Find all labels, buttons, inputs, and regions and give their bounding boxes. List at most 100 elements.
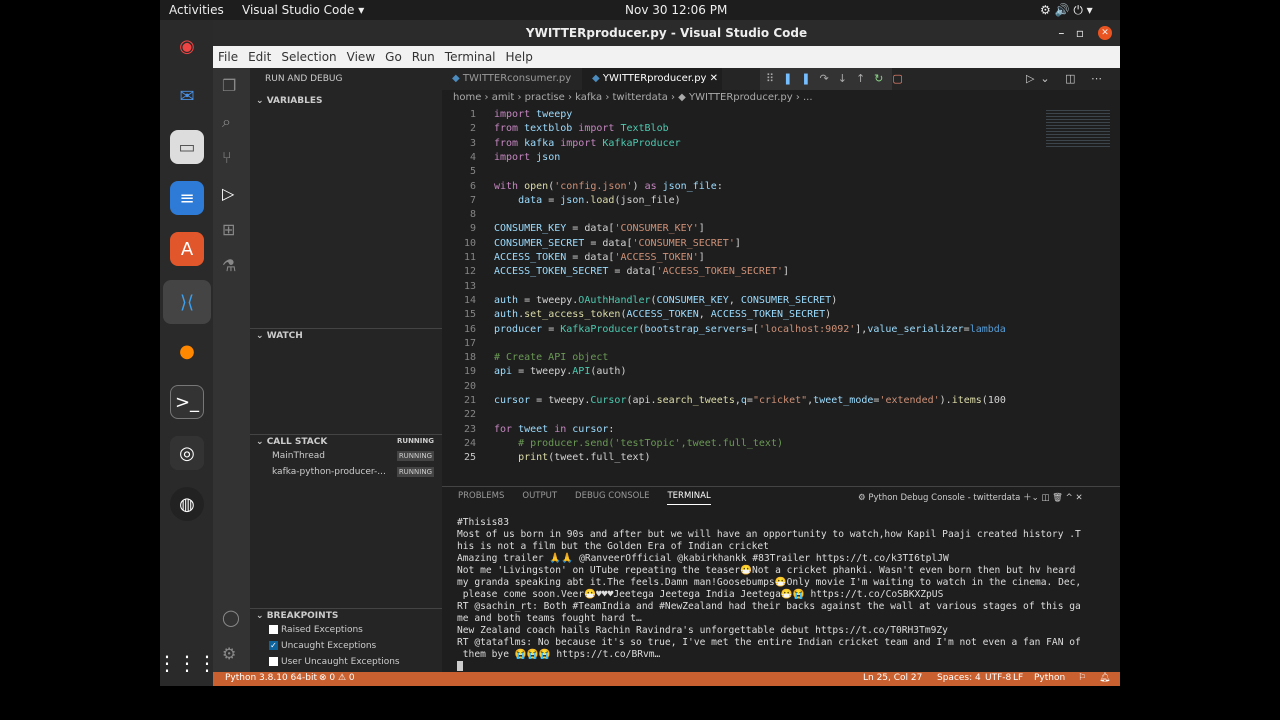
show-apps-icon[interactable]: ⋮⋮⋮: [157, 646, 217, 680]
step-out-icon[interactable]: ↑: [856, 72, 874, 85]
line-number: 6: [469, 180, 476, 192]
obs-icon[interactable]: ◍: [170, 487, 204, 521]
code-token: = tweepy.: [536, 395, 591, 406]
pause-icon[interactable]: ❚❚: [783, 72, 819, 85]
code-token: "cricket": [752, 395, 808, 406]
language-mode[interactable]: Python: [1034, 673, 1065, 683]
code-token: = data[: [572, 252, 615, 263]
menu-edit[interactable]: Edit: [243, 46, 276, 68]
code-token: = tweepy.: [524, 294, 579, 306]
cursor-position[interactable]: Ln 25, Col 27: [863, 673, 922, 683]
code-token: bootstrap_servers: [644, 323, 747, 335]
system-tray-icons[interactable]: ⚙ 🔊 ⏻ ▾: [1040, 3, 1093, 18]
line-number: 19: [463, 366, 476, 378]
stop-icon[interactable]: ▢: [892, 72, 911, 85]
code-line: auth = tweepy.OAuthHandler(CONSUMER_KEY,…: [494, 295, 837, 306]
terminal-icon[interactable]: >_: [170, 385, 204, 419]
system-top-bar: Activities Visual Studio Code ▾ Nov 30 1…: [160, 0, 1120, 20]
code-token: textblob: [524, 123, 579, 135]
menu-run[interactable]: Run: [407, 46, 440, 68]
search-icon[interactable]: ⌕: [222, 112, 231, 132]
panel-tab-problems[interactable]: PROBLEMS: [458, 491, 504, 505]
testing-icon[interactable]: ⚗: [222, 256, 236, 275]
tab-twitterconsumer[interactable]: ◆ TWITTERconsumer.py: [442, 68, 582, 90]
feedback-icon[interactable]: ⚐: [1078, 673, 1086, 683]
bottom-panel: PROBLEMS OUTPUT DEBUG CONSOLE TERMINAL ⚙ Py…: [442, 486, 1120, 672]
code-token: (tweet.full_text): [548, 452, 651, 464]
breakpoint-checkbox[interactable]: ✓: [269, 641, 278, 650]
code-token: 'localhost:9092': [758, 323, 856, 335]
breakpoint-checkbox[interactable]: [269, 657, 278, 666]
restart-icon[interactable]: ↻: [874, 72, 892, 85]
chrome-icon[interactable]: ◉: [170, 29, 204, 63]
editor-actions[interactable]: ▷⌄ ◫ ⋯: [1026, 72, 1108, 85]
code-token: ]: [698, 223, 705, 235]
encoding[interactable]: UTF-8: [985, 673, 1011, 683]
window-controls[interactable]: – ▫: [1058, 20, 1084, 46]
notifications-bell-icon[interactable]: 🔔︎: [1099, 673, 1110, 683]
panel-tab-debug-console[interactable]: DEBUG CONSOLE: [575, 491, 649, 505]
clock[interactable]: Nov 30 12:06 PM: [625, 3, 727, 17]
close-tab-icon[interactable]: ✕: [710, 73, 718, 84]
menu-file[interactable]: File: [213, 46, 243, 68]
menu-view[interactable]: View: [342, 46, 380, 68]
problems-count[interactable]: ⊗ 0 ⚠ 0: [319, 673, 355, 683]
menu-help[interactable]: Help: [501, 46, 538, 68]
thunderbird-icon[interactable]: ✉: [170, 79, 204, 113]
code-token: ],: [855, 323, 868, 335]
line-number: 2: [469, 123, 476, 135]
indentation[interactable]: Spaces: 4: [937, 673, 981, 683]
settings-gear-icon[interactable]: ⚙: [222, 644, 236, 663]
watch-section[interactable]: ⌄ WATCH: [250, 328, 442, 341]
code-token: ACCESS_TOKEN: [626, 309, 699, 321]
menu-go[interactable]: Go: [380, 46, 407, 68]
run-debug-icon[interactable]: ▷: [222, 184, 234, 203]
terminal-selector[interactable]: ⚙ Python Debug Console - twitterdata ＋⌄ …: [858, 491, 1083, 503]
callstack-section[interactable]: ⌄ CALL STACK RUNNING: [250, 434, 442, 447]
panel-tab-terminal[interactable]: TERMINAL: [667, 491, 711, 505]
explorer-icon[interactable]: ❐: [222, 76, 236, 95]
python-interpreter[interactable]: Python 3.8.10 64-bit: [225, 673, 317, 683]
step-over-icon[interactable]: ↷: [820, 72, 838, 85]
github-icon[interactable]: ◎: [170, 436, 204, 470]
activities-button[interactable]: Activities: [169, 3, 224, 17]
variables-section[interactable]: ⌄ VARIABLES: [250, 96, 442, 106]
code-line: from kafka import KafkaProducer: [494, 138, 681, 149]
terminal-output[interactable]: #Thisis83 Most of us born in 90s and afte…: [457, 517, 1081, 661]
vscode-icon[interactable]: ⟩⟨: [163, 280, 211, 324]
debug-toolbar[interactable]: ⠿❚❚↷↓↑↻▢: [760, 68, 903, 90]
line-number: 16: [463, 323, 476, 335]
code-line: CONSUMER_KEY = data['CONSUMER_KEY']: [494, 223, 705, 234]
writer-icon[interactable]: ≡: [170, 181, 204, 215]
tab-label: YWITTERproducer.py: [602, 73, 707, 84]
software-icon[interactable]: A: [170, 232, 204, 266]
menu-selection[interactable]: Selection: [276, 46, 341, 68]
tab-ywitterproducer[interactable]: ◆ YWITTERproducer.py ✕: [582, 68, 722, 90]
breadcrumb[interactable]: home › amit › practise › kafka › twitter…: [453, 92, 813, 103]
code-token: lambda: [969, 323, 1006, 335]
menu-bar: File Edit Selection View Go Run Terminal Help: [213, 46, 1120, 68]
breakpoints-section[interactable]: ⌄ BREAKPOINTS: [250, 608, 442, 621]
sidebar-title: RUN AND DEBUG: [265, 74, 343, 84]
drag-handle-icon[interactable]: ⠿: [766, 72, 783, 85]
thread-status: RUNNING: [396, 451, 434, 461]
code-token: = tweepy.: [518, 366, 573, 378]
code-line: print(tweet.full_text): [494, 452, 651, 464]
code-token: ]: [734, 237, 741, 249]
callstack-thread[interactable]: kafka-python-producer-...: [272, 467, 386, 477]
panel-tab-output[interactable]: OUTPUT: [522, 491, 557, 505]
extensions-icon[interactable]: ⊞: [222, 220, 235, 239]
firefox-icon[interactable]: ●: [170, 334, 204, 368]
step-into-icon[interactable]: ↓: [838, 72, 856, 85]
eol[interactable]: LF: [1013, 673, 1023, 683]
minimap[interactable]: [1046, 108, 1110, 148]
menu-terminal[interactable]: Terminal: [440, 46, 501, 68]
breakpoint-label: Uncaught Exceptions: [281, 641, 377, 651]
breakpoint-checkbox[interactable]: [269, 625, 278, 634]
app-menu[interactable]: Visual Studio Code ▾: [242, 3, 364, 17]
callstack-thread[interactable]: MainThread: [272, 451, 325, 461]
account-icon[interactable]: ◯: [222, 608, 240, 627]
files-icon[interactable]: ▭: [170, 130, 204, 164]
source-control-icon[interactable]: ⑂: [222, 148, 232, 167]
close-window-button[interactable]: ✕: [1098, 26, 1112, 40]
